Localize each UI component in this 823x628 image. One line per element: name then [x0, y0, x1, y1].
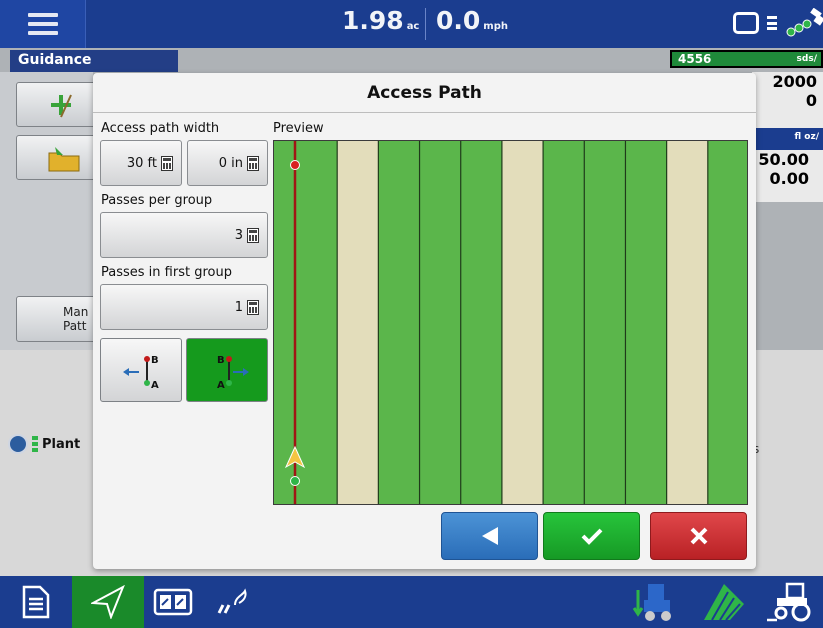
guidance-tab-button[interactable]: [72, 576, 144, 628]
plant-status: Plant: [8, 434, 80, 454]
speed-value: 0.0: [436, 6, 481, 35]
access-path-width-label: Access path width: [101, 121, 220, 136]
load-pattern-button[interactable]: [16, 135, 96, 180]
passes-first-group-value: 1: [234, 299, 243, 315]
guidance-icon: [91, 585, 125, 619]
calculator-icon: [247, 227, 259, 243]
access-path-strip: [501, 141, 544, 504]
new-path-icon: [51, 94, 72, 118]
document-tab[interactable]: [0, 576, 72, 628]
new-pattern-button[interactable]: [16, 82, 96, 127]
point-b-marker: [290, 160, 300, 170]
speed-readout: 0.0 mph: [436, 6, 508, 35]
point-a-label: A: [217, 380, 225, 391]
dialog-title: Access Path: [93, 73, 756, 113]
point-a-label: A: [151, 380, 159, 391]
guidance-tab[interactable]: Guidance: [10, 50, 178, 72]
access-path-strip: [337, 141, 379, 504]
close-icon: [690, 527, 707, 545]
status-bars-icon: [32, 436, 38, 452]
map-split-tab[interactable]: [144, 576, 202, 628]
passes-first-group-input[interactable]: 1: [100, 284, 268, 330]
right-rate-value-4: 0.00: [769, 169, 809, 188]
point-b-label: B: [151, 355, 159, 366]
calculator-icon: [161, 155, 173, 171]
area-readout: 1.98 ac: [342, 6, 419, 35]
point-b-label: B: [217, 355, 225, 366]
point-a-marker: [290, 476, 300, 486]
top-bar: 1.98 ac 0.0 mph: [0, 0, 823, 48]
sync-icon[interactable]: [8, 434, 28, 454]
display-icon[interactable]: [733, 12, 759, 34]
display-menu-icon: [767, 16, 777, 30]
access-path-dialog: Access Path Access path width 30 ft 0 in…: [93, 73, 756, 569]
back-button[interactable]: [441, 512, 538, 560]
tractor-icon: [767, 582, 811, 622]
passes-per-group-label: Passes per group: [101, 193, 213, 208]
checkmark-icon: [581, 528, 602, 545]
passes-per-group-input[interactable]: 3: [100, 212, 268, 258]
preview-field: [274, 141, 747, 504]
field-tab[interactable]: [696, 576, 752, 628]
access-path-preview: [273, 140, 748, 505]
manage-patterns-button[interactable]: Man Patt: [16, 296, 96, 342]
plant-label: Plant: [42, 436, 81, 452]
folder-icon: [48, 147, 80, 172]
passes-per-group-value: 3: [234, 227, 243, 243]
plant-icon: [217, 588, 247, 614]
right-rate-value-2: 0: [805, 91, 817, 110]
direction-ab-button[interactable]: B A: [186, 338, 268, 402]
right-header-value: 4556: [678, 52, 712, 66]
width-inches-value: 0 in: [218, 155, 243, 171]
document-icon: [22, 585, 50, 619]
passes-first-group-label: Passes in first group: [101, 265, 232, 280]
cancel-button[interactable]: [650, 512, 747, 560]
calculator-icon: [247, 299, 259, 315]
right-rate-value-3: 50.00: [758, 150, 809, 169]
hamburger-icon: [27, 13, 58, 35]
width-feet-input[interactable]: 30 ft: [100, 140, 182, 186]
direction-left-icon: B A: [123, 355, 159, 391]
calculator-icon: [247, 155, 259, 171]
planter-icon: [632, 584, 671, 621]
direction-ba-button[interactable]: B A: [100, 338, 182, 402]
right-header-unit: sds/: [796, 54, 817, 64]
readout-divider: [425, 8, 426, 40]
direction-right-icon: B A: [217, 355, 249, 391]
area-value: 1.98: [342, 6, 404, 35]
back-arrow-icon: [481, 527, 498, 545]
area-unit: ac: [406, 21, 420, 32]
preview-label: Preview: [273, 121, 324, 136]
right-rate-box-2: 50.00 0.00: [752, 150, 823, 202]
right-unit-label: fl oz/: [752, 128, 823, 150]
menu-button[interactable]: [0, 0, 86, 48]
tractor-tab[interactable]: [760, 576, 820, 628]
manage-label: Man Patt: [63, 305, 89, 333]
plant-tab[interactable]: [208, 576, 258, 628]
access-path-strip: [666, 141, 708, 504]
speed-unit: mph: [483, 21, 508, 32]
status-icons: [733, 8, 823, 38]
field-icon: [704, 584, 744, 621]
right-rate-value: 2000: [772, 72, 817, 91]
width-feet-value: 30 ft: [126, 155, 157, 171]
right-rate-box: 2000 0: [752, 72, 823, 128]
map-split-icon: [153, 588, 193, 616]
accept-button[interactable]: [543, 512, 640, 560]
width-inches-input[interactable]: 0 in: [187, 140, 268, 186]
gps-signal-icon[interactable]: [785, 8, 823, 38]
planter-tab[interactable]: [630, 576, 680, 628]
right-header: 4556 sds/: [670, 50, 823, 68]
bottom-nav: [0, 576, 823, 628]
